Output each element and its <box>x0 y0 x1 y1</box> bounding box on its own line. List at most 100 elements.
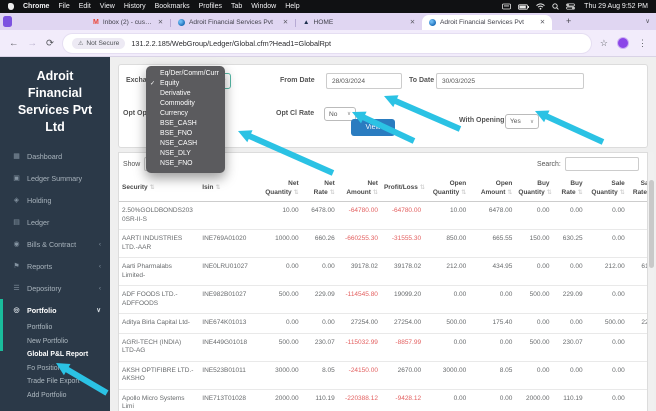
menu-chrome[interactable]: Chrome <box>23 3 49 10</box>
dropdown-option-eq-der-comm-curr[interactable]: Eq/Der/Comm/Curr <box>146 69 225 79</box>
scrollbar-thumb[interactable] <box>649 180 654 268</box>
data-cell: 8.05 <box>302 361 338 389</box>
dropdown-option-equity[interactable]: ✓Equity <box>146 79 225 89</box>
profile-avatar[interactable] <box>617 37 629 49</box>
sidebar-subitem-new-portfolio[interactable]: New Portfolio <box>0 335 110 349</box>
sidebar-item-depository[interactable]: ☰Depository‹ <box>0 277 110 299</box>
sidebar-item-holding[interactable]: ◈Holding <box>0 189 110 211</box>
search-input[interactable] <box>565 157 639 171</box>
reload-icon[interactable]: ⟳ <box>46 38 54 49</box>
url-text[interactable]: 131.2.2.185/WebGroup/Ledger/Global.cfm?H… <box>131 39 331 48</box>
sidebar-item-reports[interactable]: ⚑Reports‹ <box>0 255 110 277</box>
menu-history[interactable]: History <box>124 3 146 10</box>
control-center-icon[interactable] <box>566 3 575 10</box>
sidebar-subitem-portfolio[interactable]: Portfolio <box>0 321 110 335</box>
url-bar[interactable]: ⚠ Not Secure 131.2.2.185/WebGroup/Ledger… <box>63 34 591 53</box>
sidebar-subitem-fo-position[interactable]: Fo Position <box>0 362 110 376</box>
sort-icon[interactable]: ⇅ <box>507 190 512 196</box>
menu-tab[interactable]: Tab <box>231 3 242 10</box>
table-row[interactable]: AKSH OPTIFIBRE LTD.-AKSHOINE523B01011300… <box>119 361 648 389</box>
sidebar-item-dashboard[interactable]: ▦Dashboard <box>0 145 110 167</box>
dropdown-option-nse-cash[interactable]: NSE_CASH <box>146 139 225 149</box>
column-header-net-rate[interactable]: Net Rate⇅ <box>302 177 338 202</box>
table-row[interactable]: AARTI INDUSTRIES LTD.-AARINE769A01020100… <box>119 230 648 258</box>
menu-edit[interactable]: Edit <box>79 3 91 10</box>
dropdown-option-nse-fno[interactable]: NSE_FNO <box>146 159 225 169</box>
sidebar-item-bills-contract[interactable]: ◉Bills & Contract‹ <box>0 233 110 255</box>
tab-close-icon[interactable]: ✕ <box>283 19 288 26</box>
menubar-clock[interactable]: Thu 29 Aug 9:52 PM <box>584 3 648 10</box>
wifi-icon[interactable] <box>536 3 545 10</box>
table-row[interactable]: AGRI-TECH (INDIA) LTD-AGINE449G01018500.… <box>119 333 648 361</box>
column-header-isin[interactable]: Isin⇅ <box>199 177 255 202</box>
sort-icon[interactable]: ⇅ <box>420 185 425 191</box>
sort-icon[interactable]: ⇅ <box>373 190 378 196</box>
data-cell: 0. <box>628 361 648 389</box>
dropdown-option-currency[interactable]: Currency <box>146 109 225 119</box>
dropdown-option-bse-cash[interactable]: BSE_CASH <box>146 119 225 129</box>
back-icon[interactable]: ← <box>9 38 19 49</box>
menu-bookmarks[interactable]: Bookmarks <box>155 3 190 10</box>
sidebar-subitem-global-p-l-report[interactable]: Global P&L Report <box>0 348 110 362</box>
tab-close-icon[interactable]: ✕ <box>158 19 163 26</box>
to-date-input[interactable]: 30/03/2025 <box>436 73 584 89</box>
tab-4[interactable]: Adroit Financial Services Pvt✕ <box>422 15 552 30</box>
dropdown-option-derivative[interactable]: Derivative <box>146 89 225 99</box>
table-row[interactable]: 2.50%GOLDBONDS2030SR-II-S10.006478.00-64… <box>119 202 648 230</box>
column-header-open-quantity[interactable]: Open Quantity⇅ <box>424 177 469 202</box>
keyboard-icon[interactable] <box>502 3 511 10</box>
table-row[interactable]: Apollo Micro Systems LimiINE713T01028200… <box>119 389 648 411</box>
column-header-profit-loss[interactable]: Profit/Loss⇅ <box>381 177 424 202</box>
tab-3[interactable]: ▲HOME✕ <box>296 15 422 30</box>
table-row[interactable]: Aarti Pharmalabs Limited-INE0LRU010270.0… <box>119 258 648 286</box>
sort-icon[interactable]: ⇅ <box>461 190 466 196</box>
sidebar-item-ledger-summary[interactable]: ▣Ledger Summary <box>0 167 110 189</box>
view-button[interactable]: View <box>351 119 395 136</box>
new-tab-button[interactable]: + <box>566 16 571 26</box>
with-opening-select[interactable]: Yes∨ <box>505 114 539 129</box>
table-row[interactable]: Aditya Birla Capital Ltd-INE674K010130.0… <box>119 314 648 334</box>
column-header-buy-quantity[interactable]: Buy Quantity⇅ <box>515 177 552 202</box>
sort-icon[interactable]: ⇅ <box>620 190 625 196</box>
sidebar-item-portfolio[interactable]: ◎Portfolio∨ <box>0 299 110 321</box>
tab-list-chevron-icon[interactable]: ∨ <box>645 17 650 25</box>
sort-icon[interactable]: ⇅ <box>150 185 155 191</box>
sort-icon[interactable]: ⇅ <box>578 190 583 196</box>
data-cell: 500.00 <box>586 314 628 334</box>
column-header-sale-rate[interactable]: Sale Rate⇅ <box>628 177 648 202</box>
menu-view[interactable]: View <box>100 3 115 10</box>
sort-icon[interactable]: ⇅ <box>330 190 335 196</box>
column-header-sale-quantity[interactable]: Sale Quantity⇅ <box>586 177 628 202</box>
menu-help[interactable]: Help <box>285 3 299 10</box>
security-chip[interactable]: ⚠ Not Secure <box>72 38 125 49</box>
tab-1[interactable]: MInbox (2) - customercare@ad✕ <box>86 15 170 30</box>
sort-icon[interactable]: ⇅ <box>216 185 221 191</box>
sidebar-item-ledger[interactable]: ▤Ledger <box>0 211 110 233</box>
column-header-net-amount[interactable]: Net Amount⇅ <box>338 177 381 202</box>
table-row[interactable]: ADF FOODS LTD.-ADFFOODSINE982B01027500.0… <box>119 286 648 314</box>
menu-window[interactable]: Window <box>251 3 276 10</box>
column-header-buy-rate[interactable]: Buy Rate⇅ <box>553 177 586 202</box>
menu-profiles[interactable]: Profiles <box>199 3 222 10</box>
vertical-scrollbar[interactable] <box>648 152 654 411</box>
apple-icon[interactable] <box>8 3 14 10</box>
dropdown-option-nse-dly[interactable]: NSE_DLY <box>146 149 225 159</box>
column-header-open-amount[interactable]: Open Amount⇅ <box>469 177 515 202</box>
bookmark-star-icon[interactable]: ☆ <box>600 38 608 49</box>
sidebar-subitem-add-portfolio[interactable]: Add Portfolio <box>0 389 110 403</box>
dropdown-option-commodity[interactable]: Commodity <box>146 99 225 109</box>
column-header-net-quantity[interactable]: Net Quantity⇅ <box>256 177 302 202</box>
menu-file[interactable]: File <box>58 3 69 10</box>
sort-icon[interactable]: ⇅ <box>547 190 552 196</box>
forward-icon[interactable]: → <box>28 38 38 49</box>
spotlight-icon[interactable] <box>552 3 559 10</box>
dropdown-option-bse-fno[interactable]: BSE_FNO <box>146 129 225 139</box>
tab-close-icon[interactable]: ✕ <box>540 19 545 26</box>
column-header-security[interactable]: Security⇅ <box>119 177 199 202</box>
sort-icon[interactable]: ⇅ <box>294 190 299 196</box>
chrome-menu-icon[interactable]: ⋮ <box>638 38 647 49</box>
from-date-input[interactable]: 28/03/2024 <box>326 73 402 89</box>
tab-close-icon[interactable]: ✕ <box>410 19 415 26</box>
tab-2[interactable]: Adroit Financial Services Pvt✕ <box>171 15 295 30</box>
sidebar-subitem-trade-file-export[interactable]: Trade File Export <box>0 375 110 389</box>
